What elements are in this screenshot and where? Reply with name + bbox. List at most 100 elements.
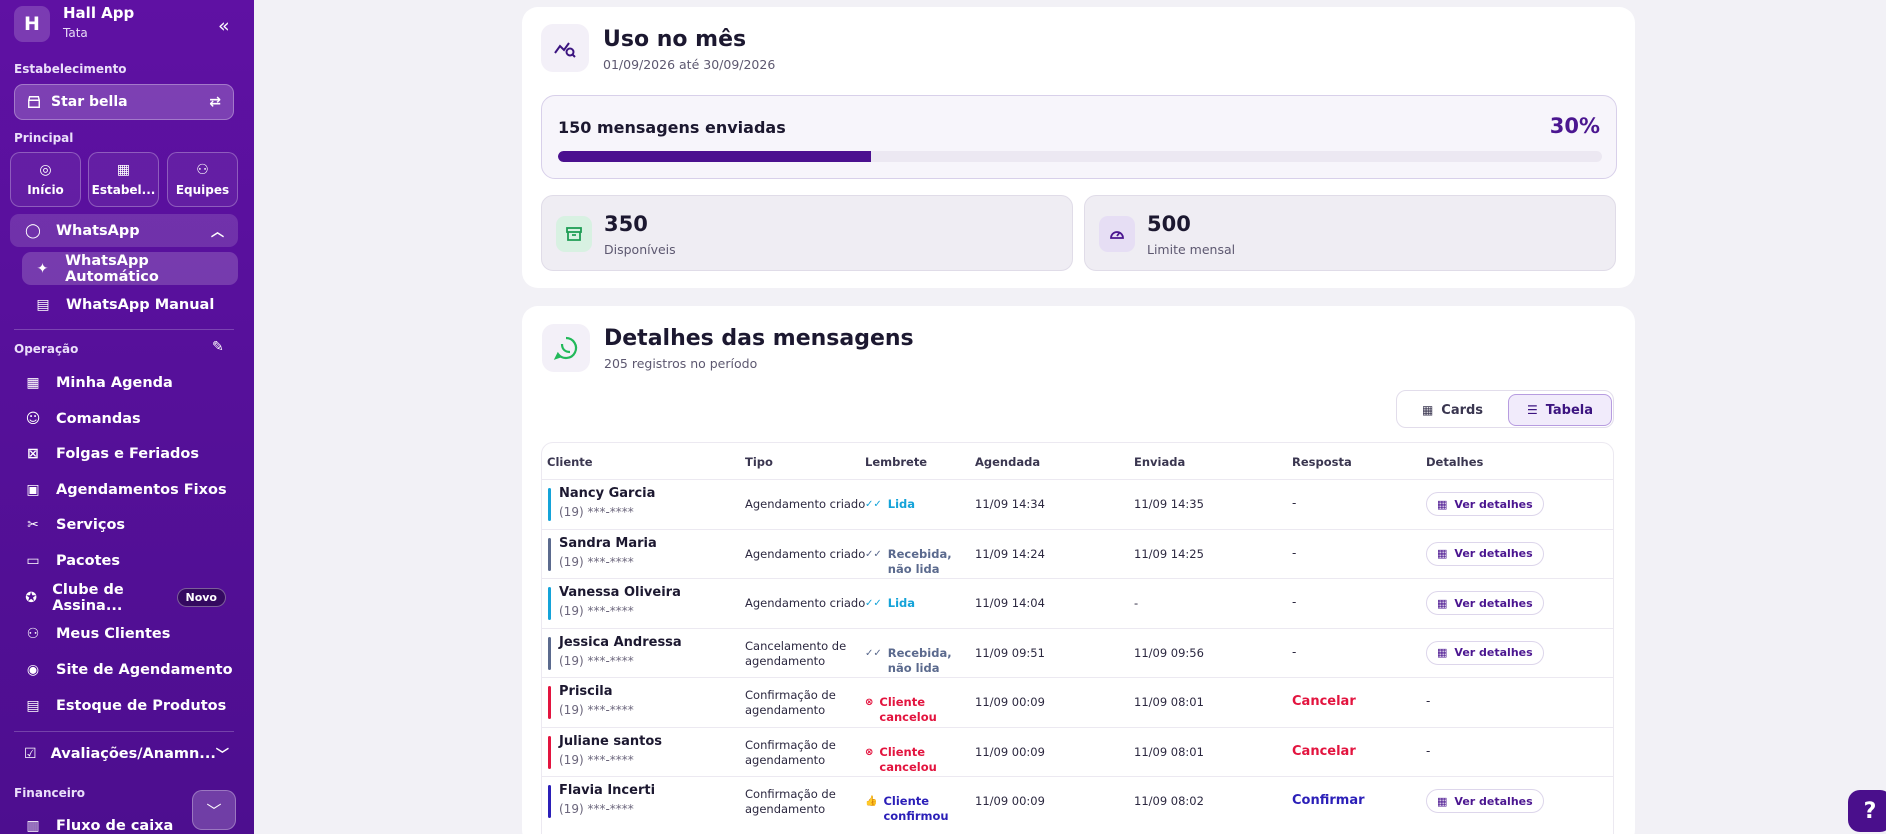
sidebar: H Hall App Tata « Estabelecimento Star b…: [0, 0, 254, 834]
table-row: Priscila (19) ***-**** Confirmação de agen…: [542, 677, 1613, 726]
scheduled-time: 11/09 14:34: [975, 497, 1045, 511]
sidebar-item-folgas[interactable]: ⊠ Folgas e Feriados: [10, 437, 238, 470]
globe-icon: ◉: [26, 661, 40, 678]
sidebar-item-site[interactable]: ◉ Site de Agendamento: [10, 653, 238, 686]
app-name: Hall App: [63, 4, 135, 22]
client-name: Sandra Maria: [559, 535, 657, 551]
x-circle-icon: ⊗: [865, 746, 874, 758]
cash-icon: ▥: [26, 817, 40, 834]
sidebar-divider: [14, 731, 234, 732]
sent-time: 11/09 14:25: [1134, 546, 1204, 561]
table-row: Sandra Maria (19) ***-**** Agendamento cri…: [542, 528, 1613, 578]
sidebar-item-label: Avaliações/Anamn...: [50, 745, 216, 762]
list-icon: ☰: [1526, 403, 1538, 417]
sidebar-item-label: Pacotes: [56, 552, 120, 569]
sidebar-item-label: Agendamentos Fixos: [56, 481, 227, 498]
sidebar-item-label: Estoque de Produtos: [56, 697, 227, 714]
sidebar-item-meus-clientes[interactable]: ⚇ Meus Clientes: [10, 617, 238, 650]
usage-title: Uso no mês: [603, 27, 747, 52]
x-circle-icon: ⊗: [865, 697, 874, 708]
swap-icon: ⇄: [209, 94, 221, 110]
view-details-label: Ver detalhes: [1454, 596, 1533, 610]
quick-estabelecimento[interactable]: ▦ Estabel...: [88, 152, 159, 207]
archive-icon: ▤: [26, 697, 40, 714]
view-details-label: Ver detalhes: [1454, 646, 1533, 659]
column-header: Lembrete: [865, 455, 928, 469]
double-check-icon: ✓✓: [865, 647, 882, 659]
view-cards-button[interactable]: ▦ Cards: [1400, 394, 1505, 426]
help-button[interactable]: ?: [1848, 790, 1886, 832]
status-stripe: [548, 785, 551, 818]
response: Cancelar: [1292, 743, 1356, 759]
usage-progress-box: 150 mensagens enviadas 30%: [541, 95, 1617, 179]
collapse-sidebar-icon[interactable]: «: [218, 17, 230, 36]
column-header: Resposta: [1292, 455, 1352, 469]
sidebar-item-whatsapp[interactable]: ◯ WhatsApp ︿: [10, 214, 238, 247]
quick-inicio[interactable]: ◎ Início: [10, 152, 81, 207]
sidebar-item-label: Serviços: [56, 516, 126, 533]
client-name: Nancy Garcia: [559, 486, 656, 501]
scheduled-time: 11/09 00:09: [975, 744, 1045, 759]
view-toggle: ▦ Cards ☰ Tabela: [1396, 390, 1614, 428]
tools-icon: ✂: [27, 516, 39, 533]
usage-progress-bar: [558, 151, 1602, 162]
reminder-status: 👍 Cliente confirmou: [865, 794, 977, 824]
whatsapp-icon: ◯: [25, 222, 41, 239]
quick-equipes[interactable]: ⚇ Equipes: [167, 152, 238, 207]
sidebar-item-servicos[interactable]: ✂ Serviços: [10, 508, 238, 541]
sidebar-item-label: Minha Agenda: [56, 374, 173, 391]
sidebar-item-avaliacoes[interactable]: ☑ Avaliações/Anamn... ﹀: [10, 737, 238, 770]
view-details-button[interactable]: ▦ Ver detalhes: [1426, 789, 1544, 813]
estabelecimento-selector[interactable]: Star bella ⇄: [14, 84, 234, 120]
chevron-down-icon: ﹀: [215, 748, 229, 763]
calendar-icon: ▦: [1437, 646, 1448, 659]
table-row: Jessica Andressa (19) ***-**** Cancelament…: [542, 627, 1613, 677]
sidebar-item-pacotes[interactable]: ▭ Pacotes: [10, 544, 238, 577]
sidebar-item-comandas[interactable]: ☺ Comandas: [10, 402, 238, 435]
sidebar-item-label: WhatsApp Automático: [65, 252, 159, 285]
response: -: [1292, 496, 1297, 510]
view-details-button[interactable]: ▦ Ver detalhes: [1426, 541, 1544, 566]
view-details-button[interactable]: ▦ Ver detalhes: [1426, 492, 1544, 516]
reminder-status: ⊗ Cliente cancelou: [865, 695, 977, 725]
client-name: Priscila: [559, 684, 613, 699]
reminder-status-label: Recebida, não lida: [887, 546, 952, 576]
status-stripe: [548, 636, 551, 670]
client-name: Juliane santos: [559, 733, 663, 749]
double-check-icon: ✓✓: [865, 499, 882, 510]
sidebar-item-estoque[interactable]: ▤ Estoque de Produtos: [10, 689, 238, 722]
sidebar-item-minha-agenda[interactable]: ▦ Minha Agenda: [10, 366, 238, 399]
sidebar-item-agendamentos-fixos[interactable]: ▣ Agendamentos Fixos: [10, 473, 238, 506]
view-details-label: Ver detalhes: [1454, 794, 1533, 808]
principal-label: Principal: [14, 131, 74, 145]
calendar-x-icon: ⊠: [27, 445, 39, 462]
view-table-button[interactable]: ☰ Tabela: [1508, 394, 1612, 426]
estabelecimento-value: Star bella: [51, 94, 128, 110]
status-stripe: [548, 735, 551, 769]
sent-time: -: [1134, 596, 1139, 610]
reminder-status: ✓✓ Lida: [865, 497, 977, 512]
client-phone: (19) ***-****: [559, 554, 634, 569]
sidebar-item-whatsapp-automatico[interactable]: ✦ WhatsApp Automático: [22, 252, 238, 285]
view-details-label: Ver detalhes: [1454, 497, 1533, 511]
users-icon: ⚇: [26, 625, 40, 642]
details-subtitle: 205 registros no período: [604, 356, 758, 371]
sparkles-icon: ✦: [36, 260, 49, 277]
view-details-button[interactable]: ▦ Ver detalhes: [1426, 640, 1544, 665]
sidebar-item-whatsapp-manual[interactable]: ▤ WhatsApp Manual: [22, 288, 238, 321]
edit-icon[interactable]: ✎: [212, 339, 224, 355]
new-badge: Novo: [176, 588, 226, 607]
reminder-status-label: Lida: [887, 497, 916, 511]
view-details-button[interactable]: ▦ Ver detalhes: [1426, 591, 1544, 615]
package-icon: ▭: [26, 552, 40, 569]
status-stripe: [548, 488, 551, 521]
usage-period: 01/09/2026 até 30/09/2026: [603, 57, 776, 72]
scroll-down-button[interactable]: ﹀: [192, 790, 236, 830]
sidebar-item-clube[interactable]: ✪ Clube de Assina... Novo: [10, 581, 238, 614]
view-table-label: Tabela: [1545, 402, 1594, 418]
message-type: Confirmação de agendamento: [745, 737, 836, 767]
column-header: Tipo: [745, 455, 773, 469]
whatsapp-icon: [553, 336, 578, 360]
quick-equipes-label: Equipes: [175, 182, 230, 197]
receipt-icon: ☺: [25, 410, 41, 427]
